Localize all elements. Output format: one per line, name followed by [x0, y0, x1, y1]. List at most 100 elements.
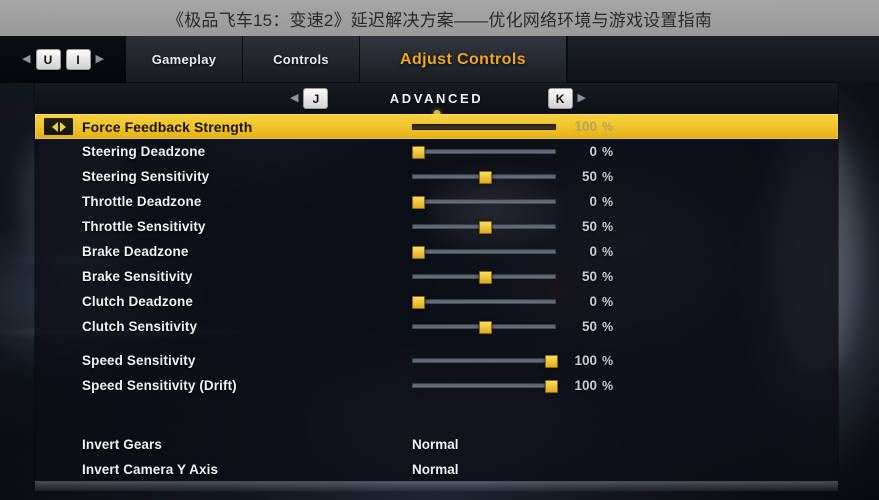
- setting-value: 50: [581, 169, 597, 184]
- caret-right-icon: [59, 121, 66, 132]
- percent-unit-label: %: [602, 144, 614, 159]
- page-title: 《极品飞车15：变速2》延迟解决方案——优化网络环境与游戏设置指南: [167, 10, 712, 30]
- setting-control[interactable]: 100%: [412, 353, 613, 368]
- setting-control[interactable]: 0%: [412, 244, 613, 259]
- setting-control[interactable]: 50%: [412, 319, 613, 334]
- slider-knob[interactable]: [478, 271, 492, 284]
- slider-knob[interactable]: [412, 246, 425, 259]
- setting-value: 0: [589, 144, 597, 159]
- list-section-gap: [35, 398, 838, 432]
- option-row[interactable]: Invert Camera Y Axis Normal: [35, 457, 838, 482]
- tab-nav-keys: ◀ U I ▶: [0, 36, 126, 83]
- slider-knob[interactable]: [412, 196, 425, 209]
- setting-value: 100: [574, 353, 597, 368]
- key-i[interactable]: I: [65, 49, 91, 70]
- setting-row[interactable]: Force Feedback Strength 100%: [35, 114, 838, 139]
- caret-left-icon: [51, 121, 58, 132]
- setting-row[interactable]: Brake Deadzone 0%: [35, 239, 838, 264]
- setting-control[interactable]: 50%: [412, 169, 613, 184]
- chevron-right-icon[interactable]: ▶: [578, 93, 586, 104]
- setting-label: Steering Deadzone: [82, 144, 206, 159]
- slider-knob[interactable]: [545, 380, 558, 393]
- setting-row[interactable]: Speed Sensitivity 100%: [35, 348, 838, 373]
- setting-slider[interactable]: [412, 196, 556, 209]
- option-value: Normal: [412, 437, 459, 452]
- setting-slider[interactable]: [412, 146, 556, 159]
- setting-slider[interactable]: [412, 321, 556, 334]
- setting-label: Brake Deadzone: [82, 244, 189, 259]
- setting-value: 0: [589, 294, 597, 309]
- setting-control[interactable]: 0%: [412, 144, 613, 159]
- key-u[interactable]: U: [35, 49, 61, 70]
- setting-label: Steering Sensitivity: [82, 169, 210, 184]
- setting-row[interactable]: Clutch Sensitivity 50%: [35, 314, 838, 339]
- setting-row[interactable]: Throttle Sensitivity 50%: [35, 214, 838, 239]
- setting-slider[interactable]: [412, 123, 556, 130]
- setting-value: 100: [574, 378, 597, 393]
- setting-row[interactable]: Brake Sensitivity 50%: [35, 264, 838, 289]
- percent-unit-label: %: [602, 119, 614, 134]
- key-k[interactable]: K: [547, 88, 573, 109]
- percent-unit-label: %: [602, 294, 614, 309]
- setting-row[interactable]: Steering Sensitivity 50%: [35, 164, 838, 189]
- settings-list: Force Feedback Strength 100% Steering Dead…: [35, 114, 838, 482]
- tab-gameplay[interactable]: Gameplay: [126, 36, 243, 83]
- key-j[interactable]: J: [303, 88, 329, 109]
- setting-slider[interactable]: [412, 246, 556, 259]
- percent-unit-label: %: [602, 194, 614, 209]
- setting-control[interactable]: 0%: [412, 294, 613, 309]
- setting-label: Speed Sensitivity (Drift): [82, 378, 237, 393]
- option-control[interactable]: Normal: [412, 437, 459, 452]
- setting-control[interactable]: 100%: [412, 119, 613, 134]
- slider-knob[interactable]: [478, 171, 492, 184]
- list-group-gap: [35, 339, 838, 348]
- setting-value: 100: [574, 119, 597, 134]
- option-control[interactable]: Normal: [412, 462, 459, 477]
- setting-value: 0: [589, 244, 597, 259]
- setting-slider[interactable]: [412, 171, 556, 184]
- setting-label: Throttle Deadzone: [82, 194, 202, 209]
- percent-unit-label: %: [602, 219, 614, 234]
- setting-control[interactable]: 0%: [412, 194, 613, 209]
- game-settings-screen: 《极品飞车15：变速2》延迟解决方案——优化网络环境与游戏设置指南 ◀ U I …: [0, 0, 879, 500]
- setting-row[interactable]: Speed Sensitivity (Drift) 100%: [35, 373, 838, 398]
- section-next-control[interactable]: K ▶: [547, 88, 586, 109]
- chevron-left-icon[interactable]: ◀: [22, 54, 30, 65]
- option-row[interactable]: Invert Gears Normal: [35, 432, 838, 457]
- tab-controls[interactable]: Controls: [243, 36, 360, 83]
- slider-knob[interactable]: [478, 321, 492, 334]
- left-right-adjust-icon[interactable]: [44, 118, 73, 135]
- percent-unit-label: %: [602, 244, 614, 259]
- setting-label: Clutch Sensitivity: [82, 319, 198, 334]
- setting-slider[interactable]: [412, 355, 558, 368]
- setting-slider[interactable]: [412, 380, 558, 393]
- percent-unit-label: %: [602, 319, 614, 334]
- setting-slider[interactable]: [412, 271, 556, 284]
- percent-unit-label: %: [602, 269, 614, 284]
- slider-knob[interactable]: [478, 221, 492, 234]
- slider-knob[interactable]: [412, 296, 425, 309]
- percent-unit-label: %: [602, 378, 614, 393]
- setting-row[interactable]: Throttle Deadzone 0%: [35, 189, 838, 214]
- setting-control[interactable]: 50%: [412, 219, 613, 234]
- section-prev-control[interactable]: ◀ J: [290, 88, 329, 109]
- row-indicator: [35, 118, 82, 135]
- option-label: Invert Camera Y Axis: [82, 462, 219, 477]
- setting-label: Throttle Sensitivity: [82, 219, 206, 234]
- setting-row[interactable]: Steering Deadzone 0%: [35, 139, 838, 164]
- slider-knob[interactable]: [545, 355, 558, 368]
- setting-row[interactable]: Clutch Deadzone 0%: [35, 289, 838, 314]
- setting-control[interactable]: 100%: [412, 378, 613, 393]
- setting-slider[interactable]: [412, 221, 556, 234]
- settings-panel: ◀ J ADVANCED K ▶ Force Feedback Strength…: [35, 83, 838, 481]
- option-value: Normal: [412, 462, 459, 477]
- section-title: ADVANCED: [389, 91, 484, 106]
- slider-knob[interactable]: [412, 146, 425, 159]
- setting-label: Clutch Deadzone: [82, 294, 194, 309]
- chevron-right-icon[interactable]: ▶: [96, 54, 104, 65]
- chevron-left-icon[interactable]: ◀: [290, 93, 298, 104]
- tab-adjust-controls[interactable]: Adjust Controls: [360, 36, 567, 83]
- percent-unit-label: %: [602, 353, 614, 368]
- setting-control[interactable]: 50%: [412, 269, 613, 284]
- setting-slider[interactable]: [412, 296, 556, 309]
